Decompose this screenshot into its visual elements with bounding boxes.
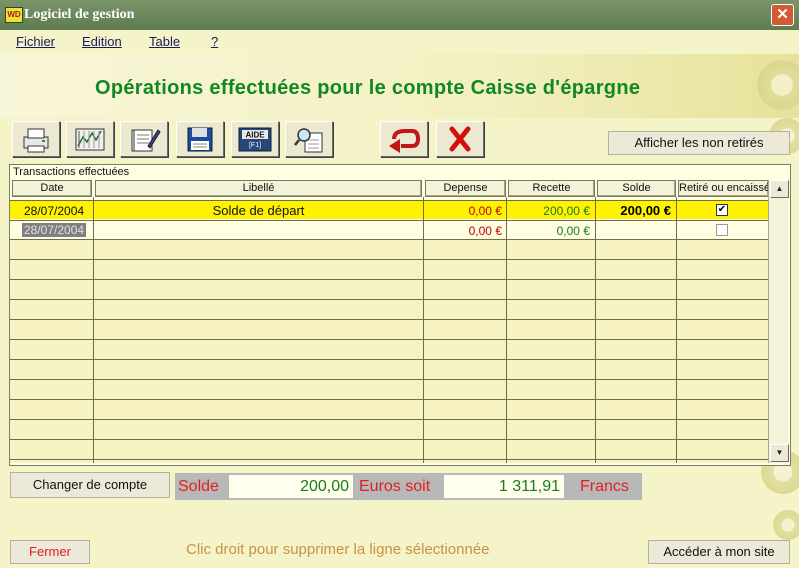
cell-depense[interactable]: 0,00 € (424, 224, 502, 238)
balance-bar: Solde 200,00 Euros soit 1 311,91 Francs (175, 473, 642, 500)
cell-recette[interactable]: 0,00 € (507, 224, 590, 238)
page-title: Opérations effectuées pour le compte Cai… (95, 77, 641, 99)
aide-help-icon: AIDE [F1] (238, 127, 272, 152)
column-header-depense[interactable]: Depense (425, 180, 506, 197)
arrow-up-icon: ▲ (775, 184, 784, 193)
aide-shortcut: [F1] (249, 142, 261, 149)
grid-line (10, 200, 768, 201)
hint-text: Clic droit pour supprimer la ligne sélec… (186, 541, 490, 558)
scroll-down-button[interactable]: ▼ (770, 444, 789, 462)
menu-fichier[interactable]: Fichier (16, 34, 55, 49)
check-icon: ✔ (717, 204, 727, 215)
gear-icon (773, 510, 799, 540)
gear-icon (757, 60, 799, 110)
close-window-button[interactable]: Fermer (10, 540, 90, 564)
aide-label: AIDE (245, 131, 265, 140)
menu-help[interactable]: ? (211, 34, 218, 49)
print-button[interactable] (12, 121, 60, 157)
cell-date[interactable]: 28/07/2004 (24, 204, 84, 218)
delete-button[interactable] (436, 121, 484, 157)
cell-date[interactable]: 28/07/2004 (22, 223, 87, 237)
search-button[interactable] (285, 121, 333, 157)
chart-icon (75, 128, 105, 151)
table-row[interactable] (10, 221, 768, 239)
book-icon (131, 129, 161, 152)
grid-caption: Transactions effectuées (13, 166, 130, 178)
menu-table[interactable]: Table (149, 34, 180, 49)
column-header-recette[interactable]: Recette (508, 180, 595, 197)
column-header-solde[interactable]: Solde (597, 180, 676, 197)
grid-line (10, 239, 768, 240)
column-header-libelle[interactable]: Libellé (95, 180, 422, 197)
app-icon: WD (5, 7, 23, 23)
menu-edition[interactable]: Edition (82, 34, 122, 49)
solde-euros-value: 200,00 (229, 475, 353, 498)
help-button[interactable]: AIDE [F1] (231, 121, 279, 157)
close-icon: ✕ (776, 6, 789, 23)
book-button[interactable] (120, 121, 168, 157)
cell-solde[interactable]: 200,00 € (596, 203, 671, 218)
menu-bar: Fichier Edition Table ? (0, 30, 799, 54)
arrow-down-icon: ▼ (775, 448, 784, 457)
undo-button[interactable] (380, 121, 428, 157)
cell-recette[interactable]: 200,00 € (507, 204, 590, 218)
empty-rows (10, 240, 768, 463)
save-button[interactable] (176, 121, 224, 157)
chart-button[interactable] (66, 121, 114, 157)
francs-label: Francs (580, 478, 629, 495)
show-not-withdrawn-button[interactable]: Afficher les non retirés (608, 131, 790, 155)
undo-icon (389, 129, 421, 153)
delete-icon (449, 126, 471, 152)
grid-line (676, 197, 677, 463)
column-header-date[interactable]: Date (12, 180, 92, 197)
search-document-icon (294, 128, 323, 153)
grid-line (93, 197, 94, 463)
grid-line (10, 220, 768, 221)
scroll-up-button[interactable]: ▲ (770, 180, 789, 198)
solde-label: Solde (178, 478, 219, 495)
window-title: Logiciel de gestion (24, 7, 135, 22)
column-header-retire[interactable]: Retiré ou encaissé (678, 180, 769, 197)
grid-line (595, 197, 596, 463)
change-account-button[interactable]: Changer de compte (10, 472, 170, 498)
title-bar: WD Logiciel de gestion ✕ (0, 0, 799, 30)
save-icon (187, 127, 213, 152)
printer-icon (23, 128, 49, 153)
vertical-scrollbar[interactable]: ▲ ▼ (768, 180, 789, 463)
solde-francs-value: 1 311,91 (444, 475, 564, 498)
checkbox-retire[interactable] (716, 224, 728, 236)
euros-label: Euros soit (359, 478, 431, 495)
cell-libelle[interactable]: Solde de départ (95, 203, 422, 218)
visit-site-button[interactable]: Accéder à mon site (648, 540, 790, 564)
close-button[interactable]: ✕ (771, 4, 794, 26)
checkbox-retire[interactable]: ✔ (716, 204, 728, 216)
cell-depense[interactable]: 0,00 € (424, 204, 502, 218)
